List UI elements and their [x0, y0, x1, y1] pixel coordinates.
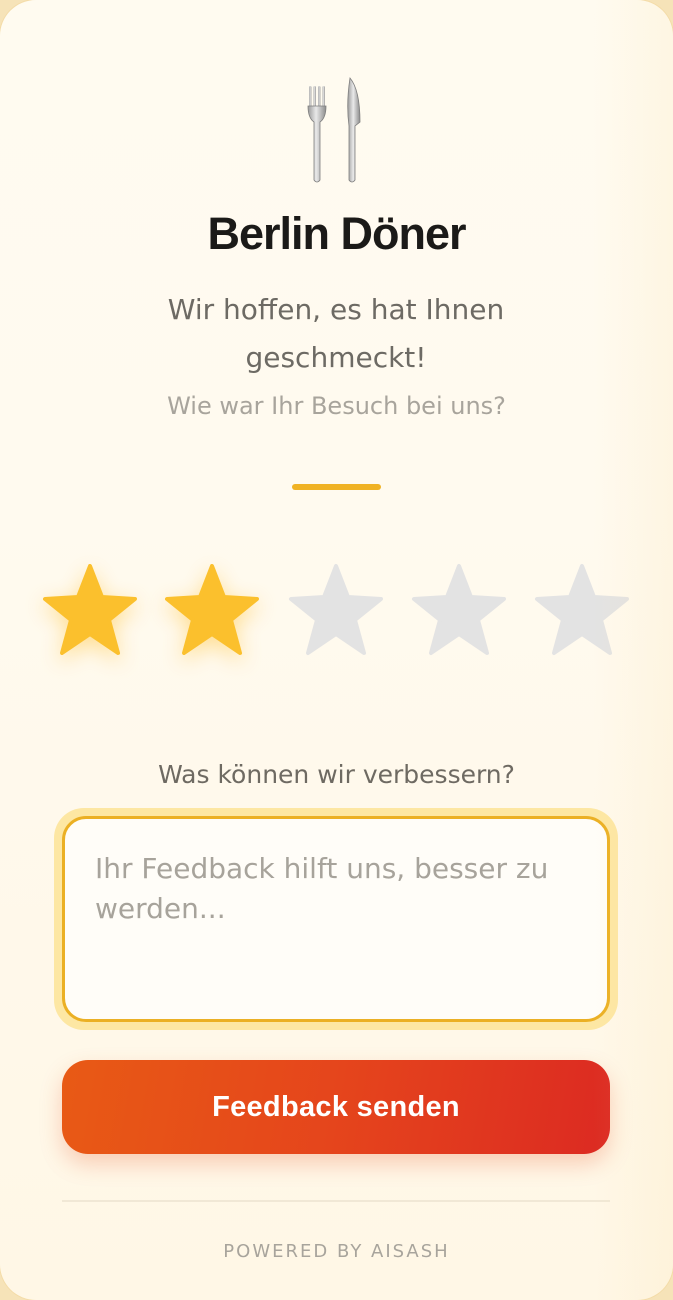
powered-by-text: POWERED BY AISASH: [223, 1241, 450, 1262]
visit-question: Wie war Ihr Besuch bei uns?: [167, 392, 506, 420]
footer-divider: [62, 1200, 610, 1202]
accent-divider: [292, 484, 381, 490]
star-rating: [0, 560, 673, 670]
star-1-icon[interactable]: [40, 560, 140, 660]
star-3-icon[interactable]: [286, 560, 386, 660]
feedback-textarea[interactable]: [62, 816, 610, 1022]
star-4-icon[interactable]: [409, 560, 509, 660]
restaurant-name: Berlin Döner: [207, 208, 466, 259]
improve-label: Was können wir verbessern?: [158, 760, 515, 789]
send-feedback-button[interactable]: Feedback senden: [62, 1060, 610, 1154]
feedback-field-wrapper: [54, 808, 618, 1030]
star-5-icon[interactable]: [532, 560, 632, 660]
thank-you-subtitle: Wir hoffen, es hat Ihnen geschmeckt!: [167, 293, 505, 374]
fork-and-knife-icon: [300, 74, 370, 186]
feedback-card: Berlin Döner Wir hoffen, es hat Ihnen ge…: [0, 0, 673, 1300]
star-2-icon[interactable]: [162, 560, 262, 660]
